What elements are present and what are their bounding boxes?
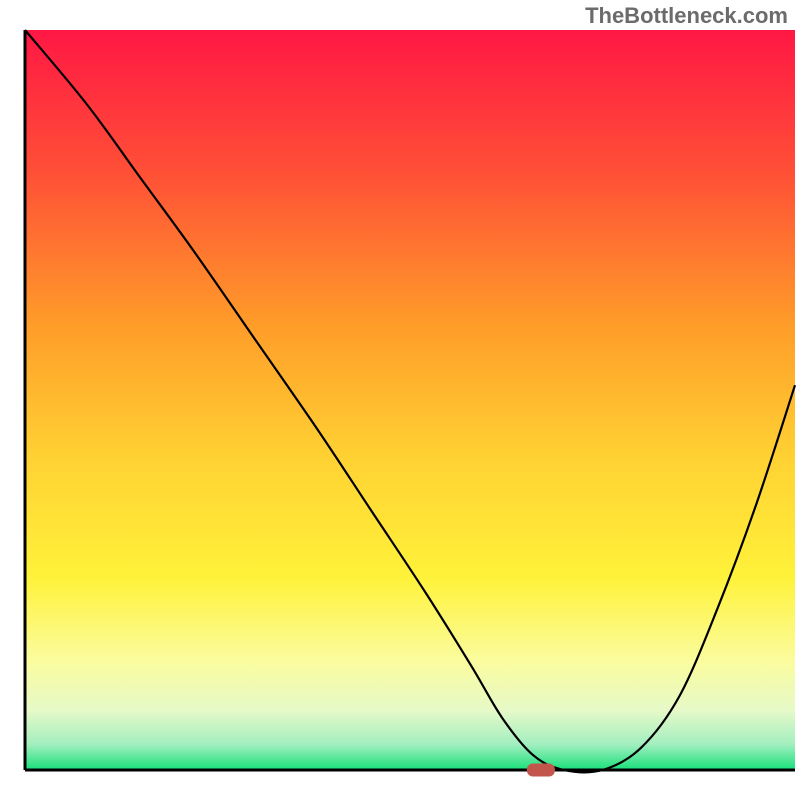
optimal-marker — [527, 764, 555, 777]
watermark-label: TheBottleneck.com — [585, 3, 788, 29]
bottleneck-chart — [0, 0, 800, 800]
chart-background — [25, 30, 795, 770]
chart-container: TheBottleneck.com — [0, 0, 800, 800]
